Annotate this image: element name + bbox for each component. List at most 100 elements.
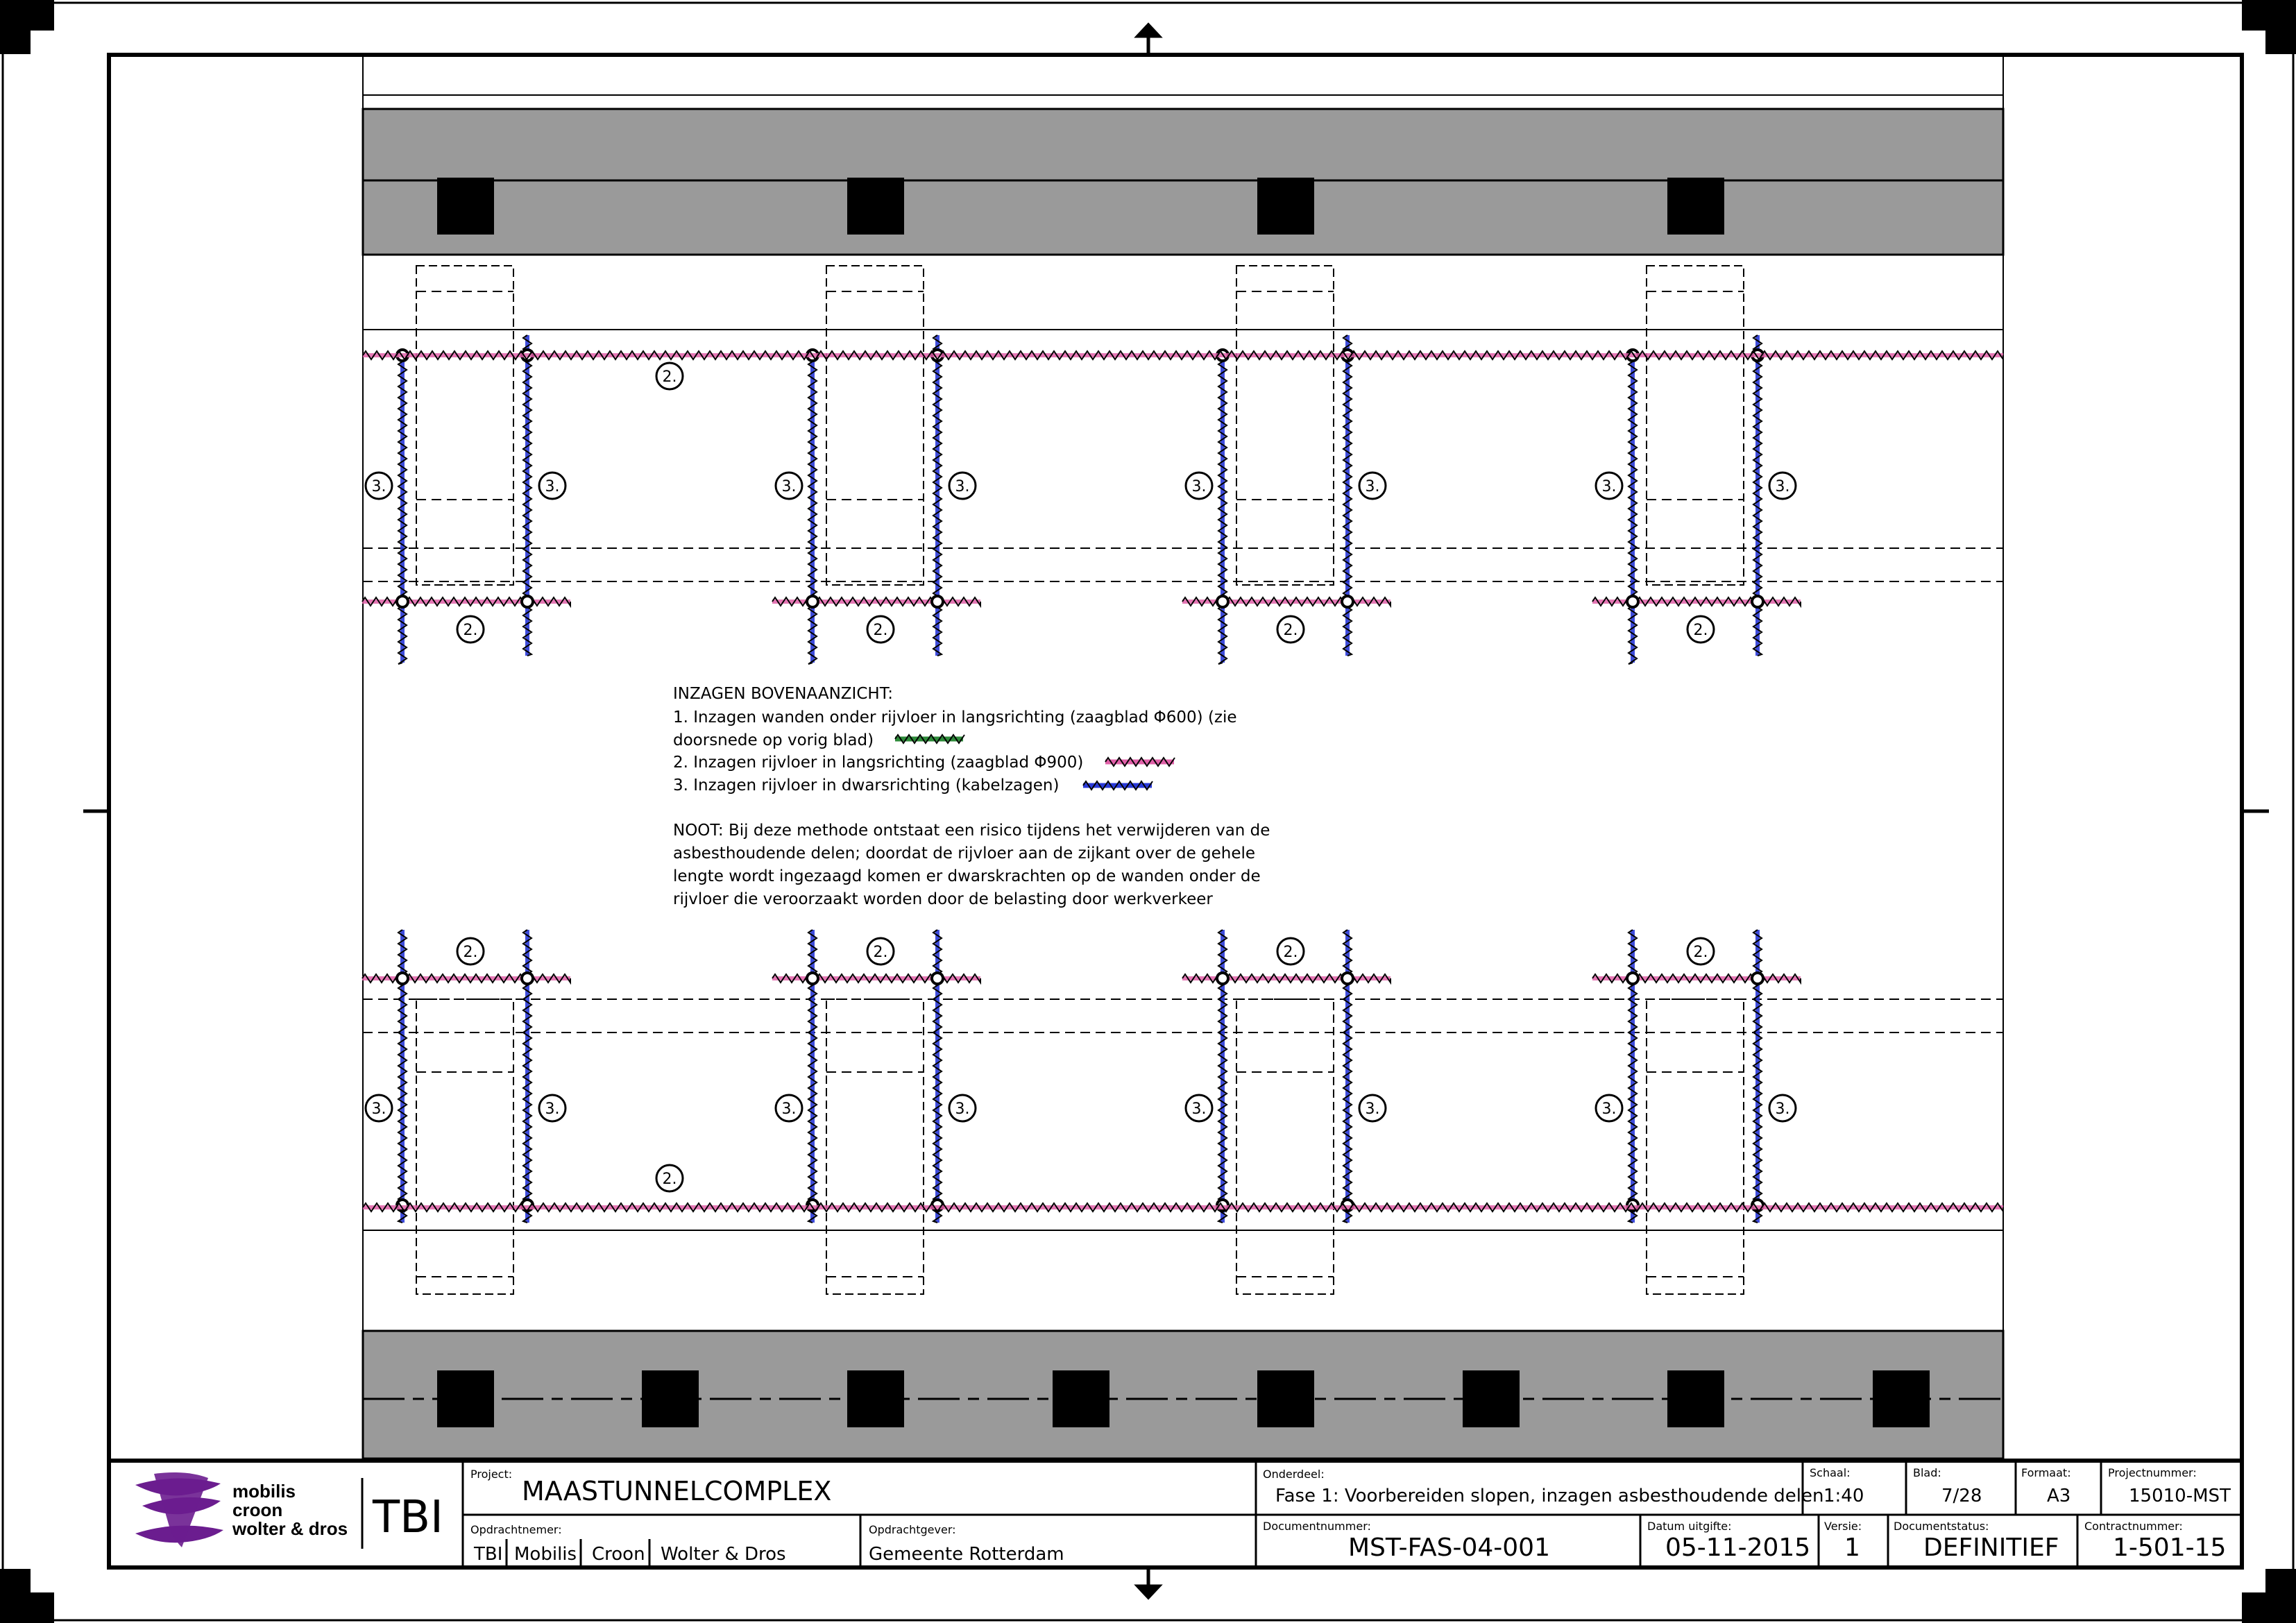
cut-marker-label: 2. xyxy=(874,944,888,961)
project-label: Project: xyxy=(470,1468,512,1481)
notes-item-2: 2. Inzagen rijvloer in langsrichting (za… xyxy=(673,754,1083,772)
cut-node xyxy=(806,971,819,985)
cut-marker-label: 3. xyxy=(782,478,797,495)
datum-label: Datum uitgifte: xyxy=(1647,1520,1732,1533)
opdrachtnemer-tbi: TBI xyxy=(473,1544,502,1565)
notes-noot-line-4: rijvloer die veroorzaakt worden door de … xyxy=(673,890,1213,908)
cut-node xyxy=(520,595,534,609)
top-wall xyxy=(362,108,2005,256)
cut-marker-label: 2. xyxy=(663,1171,677,1188)
cut-node xyxy=(1751,595,1764,609)
cut-marker-label: 3. xyxy=(372,1101,386,1118)
notes-item-1-line-2: doorsnede op vorig blad) xyxy=(673,731,874,749)
status-label: Documentstatus: xyxy=(1894,1520,1989,1533)
column xyxy=(1463,1370,1520,1427)
cut-node xyxy=(1341,971,1354,985)
cut-marker-label: 3. xyxy=(1602,1101,1617,1118)
cut-marker-label: 3. xyxy=(955,478,970,495)
cut-marker-label: 3. xyxy=(1602,478,1617,495)
opdrachtnemer-mobilis: Mobilis xyxy=(514,1544,577,1565)
cut-node xyxy=(1626,971,1640,985)
cut-marker-label: 2. xyxy=(1284,622,1298,639)
onderdeel-value: Fase 1: Voorbereiden slopen, inzagen asb… xyxy=(1275,1486,1823,1506)
cut-node xyxy=(520,971,534,985)
datum-value: 05-11-2015 xyxy=(1665,1533,1810,1562)
dashed-outline xyxy=(1646,999,1744,1295)
documentnummer-label: Documentnummer: xyxy=(1263,1520,1371,1533)
onderdeel-label: Onderdeel: xyxy=(1263,1468,1325,1481)
cut-marker-label: 3. xyxy=(545,1101,560,1118)
contract-value: 1-501-15 xyxy=(2113,1533,2226,1562)
cut-node xyxy=(396,971,409,985)
projectnummer-value: 15010-MST xyxy=(2129,1486,2231,1506)
title-block: mobilis croon wolter & dros TBI Project:… xyxy=(107,1459,2244,1570)
column xyxy=(1053,1370,1109,1427)
opdrachtnemer-label: Opdrachtnemer: xyxy=(470,1523,562,1536)
versie-label: Versie: xyxy=(1824,1520,1862,1533)
cut-marker-label: 2. xyxy=(1694,622,1708,639)
versie-value: 1 xyxy=(1844,1533,1860,1562)
blad-value: 7/28 xyxy=(1941,1486,1982,1506)
cut-marker-label: 2. xyxy=(1284,944,1298,961)
drawing-sheet: 3. 3. 3. 3. 2. 2. 3. 3. 3. 3. 2. 2. 3. 3. 3. 3. 2. 2. 3. 3.… xyxy=(0,0,2296,1623)
column xyxy=(437,178,494,235)
opdrachtnemer-croon: Croon xyxy=(592,1544,645,1565)
cut-marker-label: 2. xyxy=(464,944,478,961)
notes-noot-line-3: lengte wordt ingezaagd komen er dwarskra… xyxy=(673,867,1261,885)
cut-node xyxy=(1751,971,1764,985)
cut-node xyxy=(396,595,409,609)
opdrachtnemer-wolter-dros: Wolter & Dros xyxy=(661,1544,786,1565)
cut-node xyxy=(806,595,819,609)
dashed-outline xyxy=(1646,265,1744,586)
cut-node xyxy=(1216,595,1230,609)
column xyxy=(642,1370,699,1427)
column xyxy=(1667,178,1724,235)
notes-noot-line-1: NOOT: Bij deze methode ontstaat een risi… xyxy=(673,822,1270,840)
dashed-outline xyxy=(826,265,924,586)
dashed-outline xyxy=(826,999,924,1295)
documentnummer-value: MST-FAS-04-001 xyxy=(1348,1533,1550,1562)
cut-marker-label: 2. xyxy=(1694,944,1708,961)
bottom-wall xyxy=(362,1329,2005,1460)
cut-marker-label: 3. xyxy=(782,1101,797,1118)
logo-line-1: mobilis xyxy=(232,1481,296,1502)
opdrachtgever-value: Gemeente Rotterdam xyxy=(869,1544,1064,1565)
contract-label: Contractnummer: xyxy=(2084,1520,2183,1533)
cut-marker-label: 2. xyxy=(663,368,677,386)
cut-marker-label: 3. xyxy=(372,478,386,495)
cut-node xyxy=(930,971,944,985)
formaat-value: A3 xyxy=(2047,1486,2070,1506)
dashed-outline xyxy=(1236,265,1334,586)
cut-marker-label: 3. xyxy=(545,478,560,495)
column xyxy=(437,1370,494,1427)
dashed-outline xyxy=(416,265,514,586)
column xyxy=(847,1370,904,1427)
schaal-value: 1:40 xyxy=(1823,1486,1864,1506)
logo-tbi: TBI xyxy=(372,1492,443,1543)
opdrachtgever-label: Opdrachtgever: xyxy=(869,1523,956,1536)
schaal-label: Schaal: xyxy=(1810,1466,1851,1479)
projectnummer-label: Projectnummer: xyxy=(2108,1466,2197,1479)
cut-node xyxy=(1216,971,1230,985)
logo-line-2: croon xyxy=(232,1499,282,1520)
column xyxy=(1257,178,1314,235)
cut-marker-label: 3. xyxy=(1776,1101,1790,1118)
cut-node xyxy=(1341,595,1354,609)
cut-marker-label: 3. xyxy=(955,1101,970,1118)
cut-marker-label: 3. xyxy=(1366,478,1380,495)
column xyxy=(847,178,904,235)
logo-line-3: wolter & dros xyxy=(232,1518,348,1539)
notes-noot-line-2: asbesthoudende delen; doordat de rijvloe… xyxy=(673,844,1255,863)
formaat-label: Formaat: xyxy=(2021,1466,2071,1479)
cut-node xyxy=(930,595,944,609)
tunnel-plan-view: 3. 3. 3. 3. 2. 2. 3. 3. 3. 3. 2. 2. 3. 3. 3. 3. 2. 2. 3. 3.… xyxy=(362,56,2005,1460)
dashed-outline xyxy=(1236,999,1334,1295)
cut-marker-label: 2. xyxy=(874,622,888,639)
notes-heading: INZAGEN BOVENAANZICHT: xyxy=(673,685,893,703)
notes-item-1-line-1: 1. Inzagen wanden onder rijvloer in lang… xyxy=(673,708,1237,726)
cut-marker-label: 3. xyxy=(1192,478,1207,495)
blad-label: Blad: xyxy=(1913,1466,1941,1479)
notes-item-3: 3. Inzagen rijvloer in dwarsrichting (ka… xyxy=(673,776,1059,794)
cut-node xyxy=(1626,595,1640,609)
column xyxy=(1667,1370,1724,1427)
